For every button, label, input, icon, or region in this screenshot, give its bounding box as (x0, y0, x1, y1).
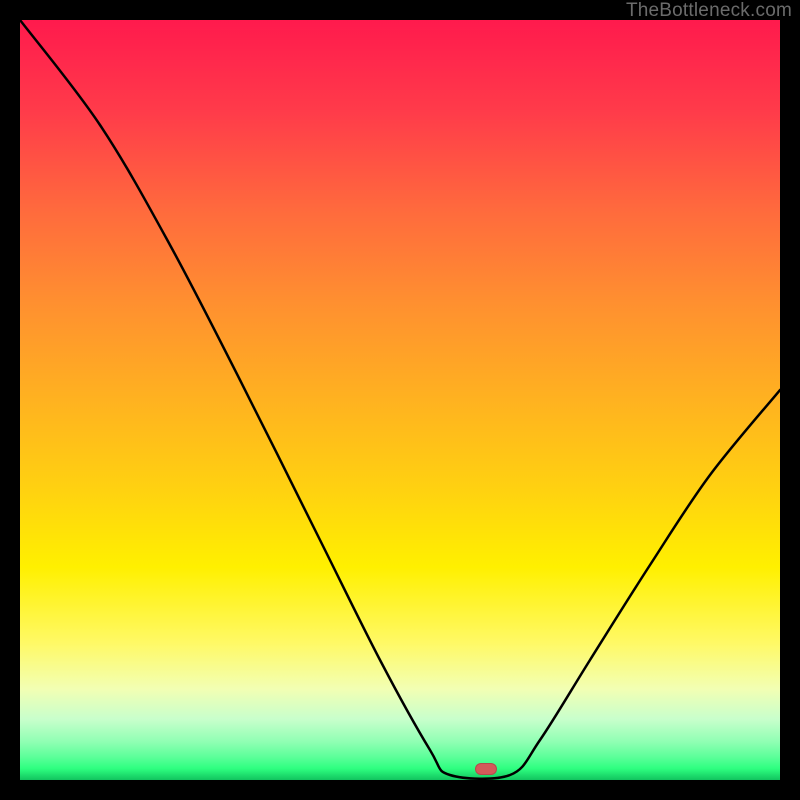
bottleneck-curve (20, 20, 780, 780)
plot-area (20, 20, 780, 780)
chart-frame: TheBottleneck.com (0, 0, 800, 800)
watermark-text: TheBottleneck.com (626, 0, 792, 22)
optimal-marker (475, 763, 497, 775)
curve-path (20, 20, 780, 779)
